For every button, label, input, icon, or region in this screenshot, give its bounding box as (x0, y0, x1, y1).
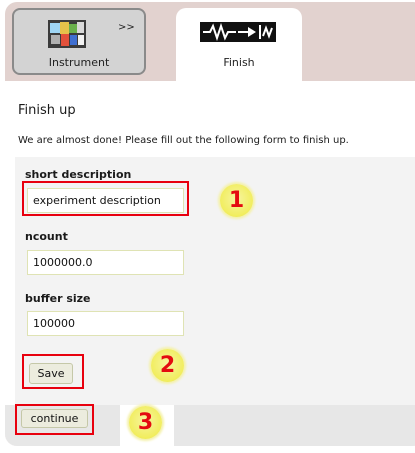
ncount-input[interactable] (27, 250, 184, 275)
instrument-thumbnail-icon (48, 20, 86, 48)
highlight-short-description (22, 181, 189, 216)
step-marker-2: 2 (151, 349, 184, 382)
finish-page: Finish up We are almost done! Please fil… (5, 81, 415, 446)
step-marker-3: 3 (129, 406, 162, 439)
tab-instrument[interactable]: >> Instrument (12, 8, 146, 75)
highlight-save-button (22, 354, 84, 389)
tab-finish-label: Finish (223, 56, 255, 69)
buffer-size-label: buffer size (25, 292, 91, 305)
tab-instrument-label: Instrument (48, 56, 110, 69)
intro-text: We are almost done! Please fill out the … (18, 135, 349, 146)
page-title: Finish up (18, 103, 76, 118)
tab-separator-chevron-icon: >> (118, 22, 135, 33)
tab-finish[interactable]: Finish (176, 8, 302, 81)
step-marker-1: 1 (220, 184, 253, 217)
ncount-label: ncount (25, 230, 68, 243)
wizard-frame: >> Instrument Finish Finish up We are al… (5, 2, 415, 446)
highlight-continue-button (15, 404, 94, 435)
buffer-size-input[interactable] (27, 311, 184, 336)
short-description-label: short description (25, 168, 132, 181)
finish-logo-icon (200, 22, 276, 42)
